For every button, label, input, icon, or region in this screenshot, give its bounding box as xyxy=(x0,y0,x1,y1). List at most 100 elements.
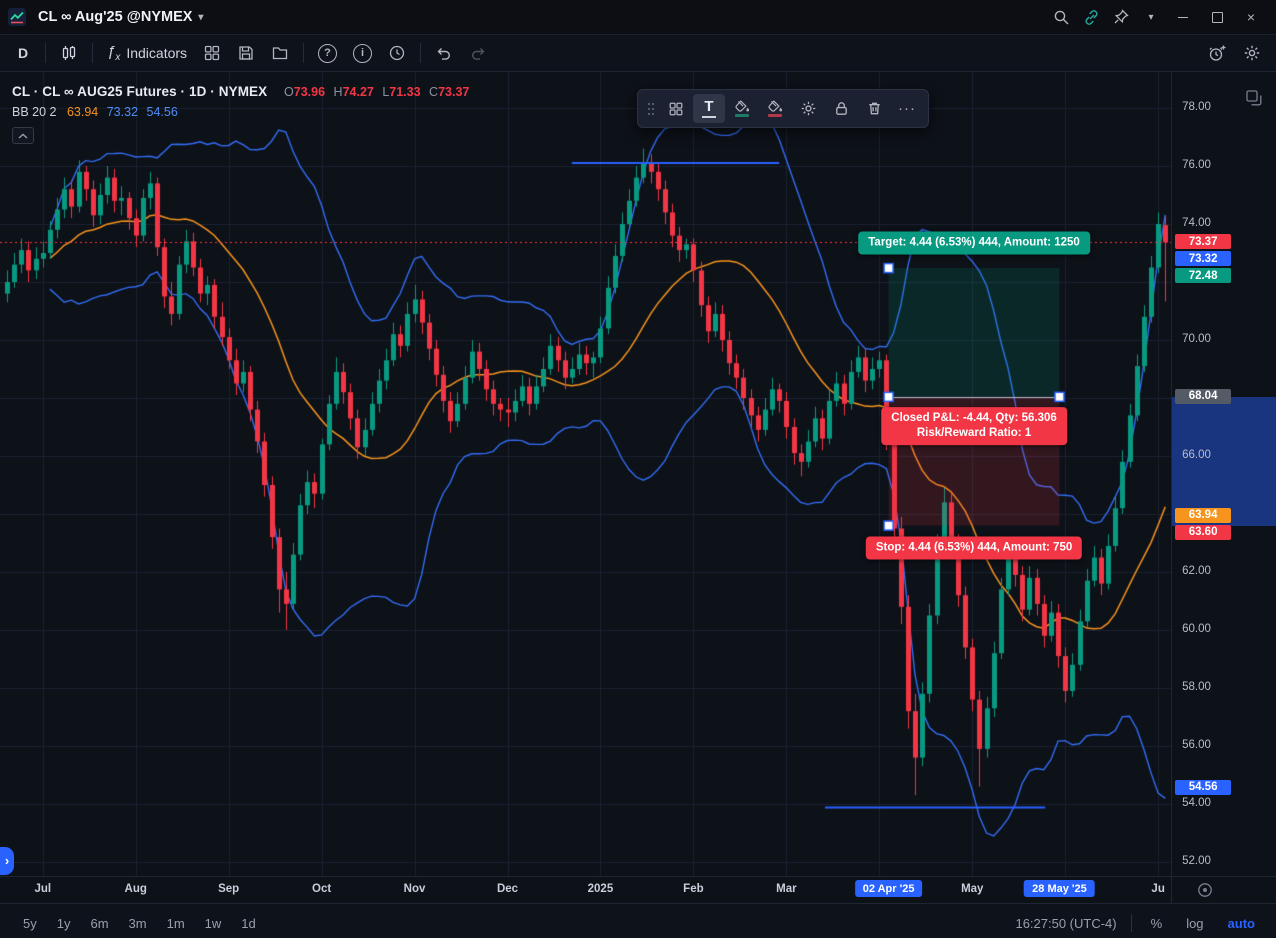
chart-style-button[interactable] xyxy=(53,39,85,67)
window-titlebar: CL ∞ Aug'25 @NYMEX ▾ ▾ × xyxy=(0,0,1276,34)
time-label-2025: 2025 xyxy=(588,883,614,895)
object-tree-icon[interactable] xyxy=(1244,88,1264,111)
price-tick: 66.00 xyxy=(1182,449,1211,461)
chevron-up-icon xyxy=(18,133,28,139)
open-layout-button[interactable] xyxy=(264,39,296,67)
scales-settings-icon[interactable] xyxy=(1196,881,1214,904)
bb-upper-value: 73.32 xyxy=(107,105,138,119)
log-scale-button[interactable]: log xyxy=(1181,913,1208,934)
delete-tool-button[interactable] xyxy=(858,94,890,123)
alert-button[interactable] xyxy=(1201,39,1234,67)
drag-handle-icon[interactable] xyxy=(643,94,659,124)
bb-lower-value: 54.56 xyxy=(147,105,178,119)
layout-templates-button[interactable] xyxy=(196,39,228,67)
text-tool-icon: T xyxy=(702,99,715,118)
legend-ohlc: O73.96 H74.27 L71.33 C73.37 xyxy=(279,85,469,99)
gear-icon xyxy=(800,100,817,117)
close-button[interactable]: × xyxy=(1236,5,1266,29)
redo-button[interactable] xyxy=(462,39,494,67)
bottom-bar: 5y 1y6m 3m 1m 1w1d 16:27:50 (UTC-4) % log au… xyxy=(0,903,1276,938)
session-clock[interactable]: 16:27:50 (UTC-4) xyxy=(1015,916,1116,931)
drawing-toolbar: T ··· xyxy=(637,89,929,128)
watchlist-expand-button[interactable]: › xyxy=(0,847,14,875)
time-label-Jul: Jul xyxy=(34,883,51,895)
toolbar-separator xyxy=(420,43,421,63)
legend-symbol-title[interactable]: CL · CL ∞ AUG25 Futures · 1D · NYMEX xyxy=(12,84,267,99)
price-axis[interactable]: 78.0076.0074.0070.0066.0062.0060.0058.00… xyxy=(1171,72,1276,876)
tradingview-window: CL ∞ Aug'25 @NYMEX ▾ ▾ × D xyxy=(0,0,1276,938)
settings-button[interactable] xyxy=(1236,39,1268,67)
pin-icon[interactable] xyxy=(1108,5,1134,29)
range-6m-button[interactable]: 6m xyxy=(83,912,115,935)
undo-icon xyxy=(435,44,453,62)
chart-canvas[interactable] xyxy=(0,72,1171,876)
price-tick: 58.00 xyxy=(1182,681,1211,693)
timeframe-button[interactable]: D xyxy=(8,39,38,67)
candlestick-icon xyxy=(60,44,78,62)
info-button[interactable]: i xyxy=(346,39,379,67)
link-icon[interactable] xyxy=(1078,5,1104,29)
percent-scale-button[interactable]: % xyxy=(1146,913,1168,934)
indicators-label: Indicators xyxy=(126,45,187,61)
chart-legend: CL · CL ∞ AUG25 Futures · 1D · NYMEX O73… xyxy=(12,82,469,144)
price-tick: 62.00 xyxy=(1182,565,1211,577)
symbol-menu-button[interactable]: CL ∞ Aug'25 @NYMEX ▾ xyxy=(34,7,207,27)
range-1d-button[interactable]: 1d xyxy=(234,912,262,935)
template-button[interactable] xyxy=(660,94,692,123)
alarm-clock-icon xyxy=(1208,44,1227,63)
time-axis[interactable]: JulAugSepOctNovDec2025FebMarMayJu02 Apr … xyxy=(0,877,1171,903)
time-label-Oct: Oct xyxy=(312,883,331,895)
time-label-Mar: Mar xyxy=(776,883,796,895)
indicator-legend[interactable]: BB 20 2 63.94 73.32 54.56 xyxy=(12,103,469,122)
range-5y-button[interactable]: 5y xyxy=(16,912,44,935)
indicators-button[interactable]: ƒx Indicators xyxy=(100,39,194,67)
price-tick: 74.00 xyxy=(1182,217,1211,229)
price-badge-73.37: 73.37 xyxy=(1175,234,1231,249)
bar-replay-button[interactable] xyxy=(381,39,413,67)
stop-label[interactable]: Stop: 4.44 (6.53%) 444, Amount: 750 xyxy=(866,536,1082,559)
text-tool-button[interactable]: T xyxy=(693,94,725,123)
price-tick: 76.00 xyxy=(1182,159,1211,171)
titlebar-dropdown-icon[interactable]: ▾ xyxy=(1138,5,1164,29)
time-label-Sep: Sep xyxy=(218,883,239,895)
profit-color-button[interactable] xyxy=(726,94,758,123)
app-logo-icon[interactable] xyxy=(8,8,26,26)
more-options-button[interactable]: ··· xyxy=(891,94,923,123)
price-range-highlight xyxy=(1172,397,1276,526)
help-button[interactable]: ? xyxy=(311,39,344,67)
main-toolbar: D ƒx Indicators ? i xyxy=(0,34,1276,72)
undo-button[interactable] xyxy=(428,39,460,67)
tool-settings-button[interactable] xyxy=(792,94,824,123)
price-badge-63.94: 63.94 xyxy=(1175,508,1231,523)
price-badge-73.32: 73.32 xyxy=(1175,251,1231,266)
range-3m-button[interactable]: 3m xyxy=(122,912,154,935)
folder-icon xyxy=(271,44,289,62)
auto-scale-button[interactable]: auto xyxy=(1223,913,1260,934)
date-range-buttons: 5y 1y6m 3m 1m 1w1d xyxy=(16,912,263,935)
trash-icon xyxy=(866,100,883,117)
quick-search-icon[interactable] xyxy=(1048,5,1074,29)
legend-collapse-button[interactable] xyxy=(12,127,34,144)
maximize-button[interactable] xyxy=(1202,5,1232,29)
gear-icon xyxy=(1243,44,1261,62)
bb-basis-value: 63.94 xyxy=(67,105,98,119)
info-icon: i xyxy=(353,44,372,63)
toolbar-separator xyxy=(45,43,46,63)
range-1w-button[interactable]: 1w xyxy=(198,912,229,935)
range-1m-button[interactable]: 1m xyxy=(160,912,192,935)
time-label-Nov: Nov xyxy=(404,883,426,895)
lock-tool-button[interactable] xyxy=(825,94,857,123)
price-tick: 52.00 xyxy=(1182,855,1211,867)
bottom-separator xyxy=(1131,914,1132,932)
range-1y-button[interactable]: 1y xyxy=(50,912,78,935)
loss-color-button[interactable] xyxy=(759,94,791,123)
pnl-label[interactable]: Closed P&L: -4.44, Qty: 56.306 Risk/Rewa… xyxy=(881,407,1067,445)
save-layout-button[interactable] xyxy=(230,39,262,67)
minimize-button[interactable] xyxy=(1168,5,1198,29)
profit-color-swatch xyxy=(735,114,749,117)
paint-bucket-icon xyxy=(734,100,751,113)
price-tick: 54.00 xyxy=(1182,797,1211,809)
chart-pane[interactable]: CL · CL ∞ AUG25 Futures · 1D · NYMEX O73… xyxy=(0,72,1171,876)
target-label[interactable]: Target: 4.44 (6.53%) 444, Amount: 1250 xyxy=(858,232,1090,255)
paint-bucket-icon xyxy=(767,100,784,113)
